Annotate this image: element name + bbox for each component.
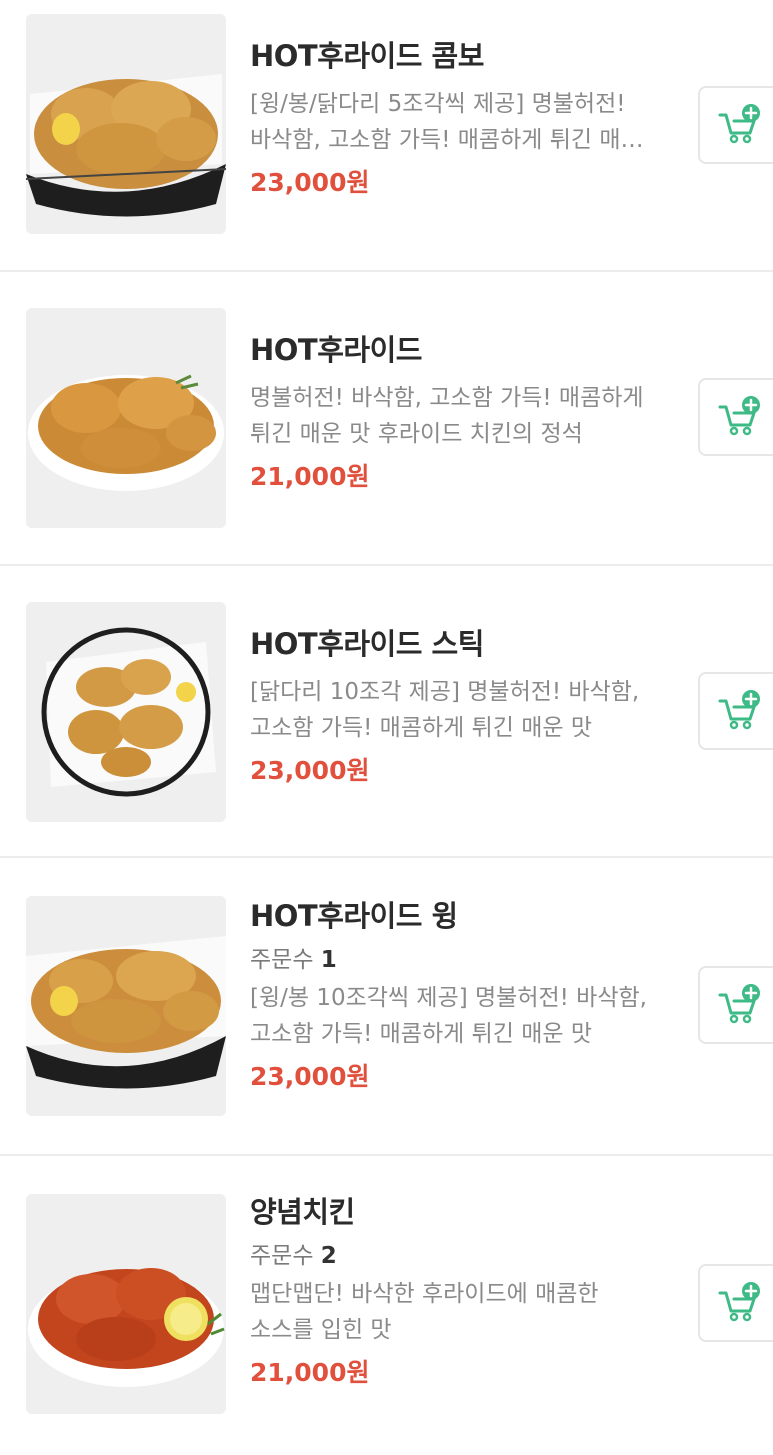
menu-item-description: 명불허전! 바삭함, 고소함 가득! 매콤하게 튀긴 매운 맛 후라이드 치킨의… <box>250 385 644 447</box>
menu-item-description: 맵단맵단! 바삭한 후라이드에 매콤한 소스를 입힌 맛 <box>250 1281 599 1343</box>
cart-plus-icon <box>718 690 760 730</box>
menu-item-price: 21,000원 <box>250 462 370 491</box>
fried-chicken-basket-image <box>26 14 226 234</box>
yangnyeom-chicken-image <box>26 1194 226 1414</box>
add-to-cart-button[interactable] <box>698 378 773 456</box>
add-to-cart-button[interactable] <box>698 86 773 164</box>
menu-item-price: 23,000원 <box>250 168 370 197</box>
order-count-value: 2 <box>320 1243 337 1269</box>
menu-item-photo[interactable] <box>26 1194 226 1414</box>
cart-plus-icon <box>718 1282 760 1322</box>
order-count-label: 주문수 <box>250 947 314 973</box>
menu-item-description: [닭다리 10조각 제공] 명불허전! 바삭함, 고소함 가득! 매콤하게 튀긴… <box>250 679 640 741</box>
menu-list: HOT후라이드 콤보 [윙/봉/닭다리 5조각씩 제공] 명불허전! 바삭함, … <box>0 0 773 1455</box>
menu-item-photo[interactable] <box>26 896 226 1116</box>
menu-item[interactable]: HOT후라이드 스틱 [닭다리 10조각 제공] 명불허전! 바삭함, 고소함 … <box>0 566 773 858</box>
menu-item[interactable]: 양념치킨 주문수 2 맵단맵단! 바삭한 후라이드에 매콤한 소스를 입힌 맛 … <box>0 1156 773 1455</box>
menu-item-price: 23,000원 <box>250 756 370 785</box>
menu-item-name: 양념치킨 <box>250 1195 355 1229</box>
menu-item[interactable]: HOT후라이드 콤보 [윙/봉/닭다리 5조각씩 제공] 명불허전! 바삭함, … <box>0 0 773 272</box>
menu-item-photo[interactable] <box>26 602 226 822</box>
menu-item-name: HOT후라이드 <box>250 333 422 367</box>
add-to-cart-button[interactable] <box>698 1264 773 1342</box>
cart-plus-icon <box>718 984 760 1024</box>
menu-item-description: [윙/봉/닭다리 5조각씩 제공] 명불허전! 바삭함, 고소함 가득! 매콤하… <box>250 91 642 153</box>
menu-item-name: HOT후라이드 스틱 <box>250 627 484 661</box>
fried-chicken-wings-image <box>26 896 226 1116</box>
cart-plus-icon <box>718 104 760 144</box>
order-count-label: 주문수 <box>250 1243 314 1269</box>
fried-chicken-plate-image <box>26 308 226 528</box>
order-count: 주문수 1 <box>250 944 670 976</box>
menu-item-name: HOT후라이드 콤보 <box>250 39 484 73</box>
order-count-value: 1 <box>320 947 337 973</box>
menu-item[interactable]: HOT후라이드 윙 주문수 1 [윙/봉 10조각씩 제공] 명불허전! 바삭함… <box>0 858 773 1156</box>
menu-item-description: [윙/봉 10조각씩 제공] 명불허전! 바삭함, 고소함 가득! 매콤하게 튀… <box>250 985 647 1047</box>
menu-item-price: 23,000원 <box>250 1062 370 1091</box>
add-to-cart-button[interactable] <box>698 966 773 1044</box>
menu-item-photo[interactable] <box>26 308 226 528</box>
add-to-cart-button[interactable] <box>698 672 773 750</box>
menu-item-price: 21,000원 <box>250 1358 370 1387</box>
order-count: 주문수 2 <box>250 1240 670 1272</box>
menu-item-photo[interactable] <box>26 14 226 234</box>
cart-plus-icon <box>718 396 760 436</box>
fried-chicken-sticks-image <box>26 602 226 822</box>
menu-item[interactable]: HOT후라이드 명불허전! 바삭함, 고소함 가득! 매콤하게 튀긴 매운 맛 … <box>0 272 773 566</box>
menu-item-name: HOT후라이드 윙 <box>250 899 458 933</box>
